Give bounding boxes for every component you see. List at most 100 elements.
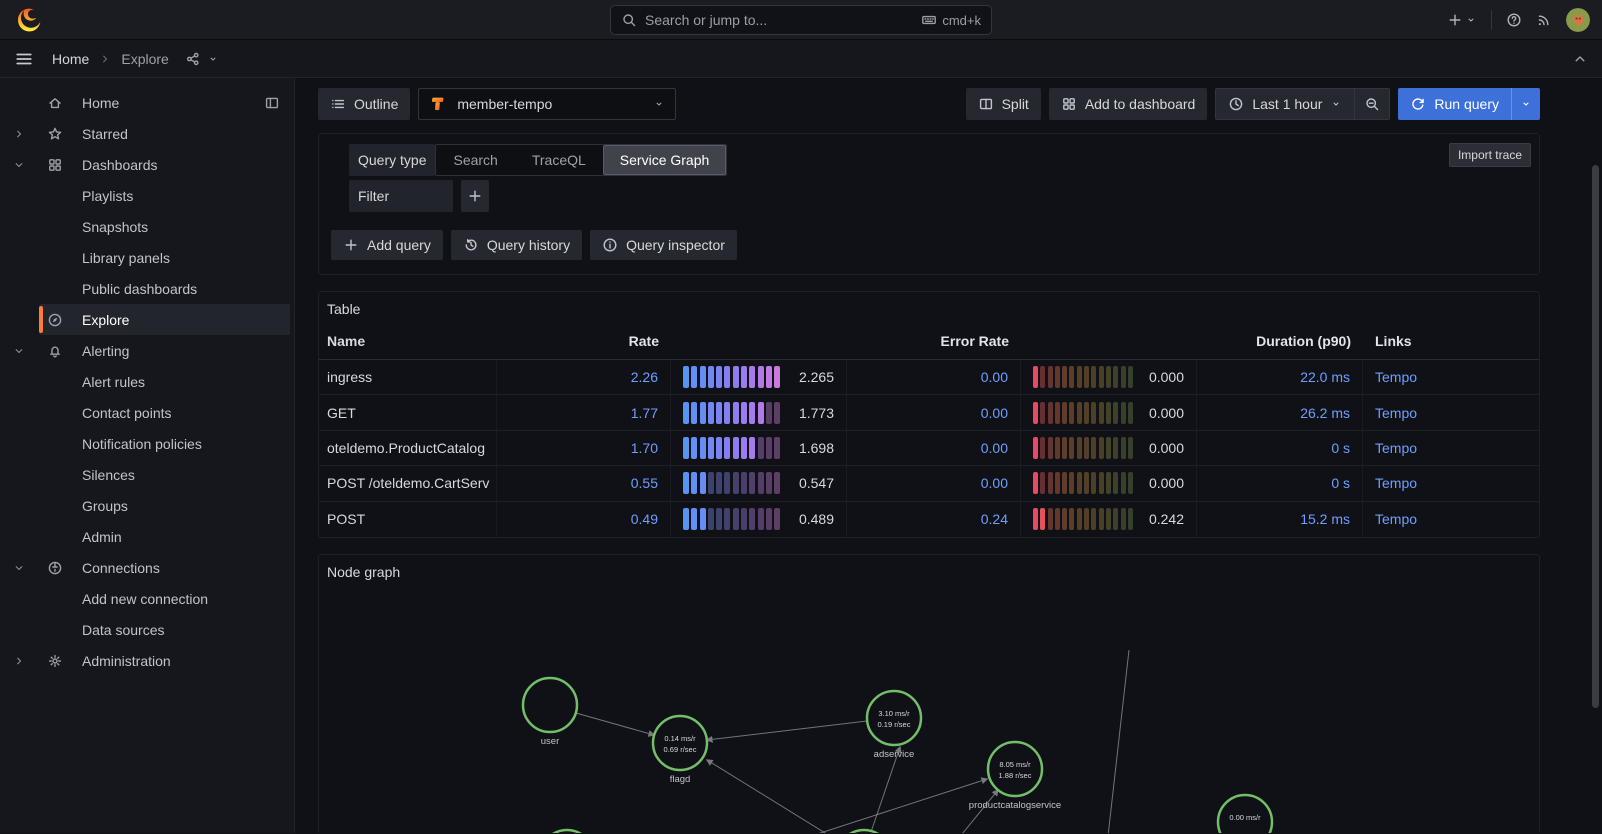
graph-node-node-bottom-right[interactable]: 0.00 ms/r — [1218, 795, 1272, 833]
user-avatar[interactable] — [1566, 8, 1590, 32]
cell-duration-link[interactable]: 15.2 ms — [1197, 502, 1363, 537]
chevron-down-icon[interactable] — [13, 562, 29, 574]
dock-menu-icon[interactable] — [264, 95, 280, 111]
sidebar-item-snapshots[interactable]: Snapshots — [0, 211, 294, 242]
add-to-dashboard-button[interactable]: Add to dashboard — [1049, 88, 1208, 120]
cell-duration-link[interactable]: 26.2 ms — [1197, 395, 1363, 429]
graph-node-node-bottom-left-1[interactable] — [540, 830, 594, 833]
sidebar-item-dashboards[interactable]: Dashboards — [0, 149, 294, 180]
add-filter-button[interactable] — [461, 180, 489, 212]
apps-icon — [1061, 96, 1077, 112]
cell-duration-link[interactable]: 0 s — [1197, 466, 1363, 500]
graph-edge — [707, 760, 843, 833]
cell-duration-link[interactable]: 0 s — [1197, 431, 1363, 465]
cell-error-rate-link[interactable]: 0.00 — [847, 431, 1021, 465]
cell-tempo-link[interactable]: Tempo — [1363, 395, 1539, 429]
sidebar-item-contact-points[interactable]: Contact points — [0, 397, 294, 428]
cell-rate-link[interactable]: 1.70 — [497, 431, 671, 465]
split-button[interactable]: Split — [966, 88, 1041, 120]
query-type-option-service-graph[interactable]: Service Graph — [603, 145, 726, 175]
time-zoom-out-button[interactable] — [1355, 88, 1390, 120]
chevron-down-icon[interactable] — [207, 53, 219, 65]
home-icon — [47, 95, 65, 111]
help-icon[interactable] — [1506, 12, 1522, 28]
share-icon[interactable] — [185, 51, 201, 67]
run-query-interval-dropdown[interactable] — [1511, 88, 1540, 120]
sidebar-item-connections[interactable]: Connections — [0, 552, 294, 583]
node-graph-canvas[interactable]: user 0.14 ms/r0.69 r/secflagd 3.10 ms/r0… — [319, 555, 1539, 833]
sidebar-item-label: Public dashboards — [82, 281, 197, 297]
datasource-picker[interactable]: member-tempo — [418, 88, 676, 120]
cell-rate-gauge: 1.698 — [671, 431, 847, 465]
sidebar-item-alerting[interactable]: Alerting — [0, 335, 294, 366]
new-button[interactable] — [1447, 12, 1477, 28]
chevron-right-icon[interactable] — [13, 128, 29, 140]
top-nav: cmd+k — [0, 0, 1602, 40]
cell-rate-link[interactable]: 0.55 — [497, 466, 671, 500]
sidebar-item-starred[interactable]: Starred — [0, 118, 294, 149]
add-query-button[interactable]: Add query — [331, 230, 443, 260]
query-history-button[interactable]: Query history — [451, 230, 582, 260]
search-input[interactable] — [645, 12, 913, 28]
cell-tempo-link[interactable]: Tempo — [1363, 431, 1539, 465]
query-type-option-search[interactable]: Search — [436, 145, 514, 175]
import-trace-button[interactable]: Import trace — [1449, 143, 1531, 167]
sidebar-item-admin[interactable]: Admin — [0, 521, 294, 552]
cell-error-gauge: 0.000 — [1021, 431, 1197, 465]
column-header-rate[interactable]: Rate — [497, 322, 671, 359]
plug-icon — [47, 560, 65, 576]
sidebar-item-silences[interactable]: Silences — [0, 459, 294, 490]
graph-node-flagd[interactable]: 0.14 ms/r0.69 r/secflagd — [653, 716, 707, 785]
column-header-error-rate[interactable]: Error Rate — [847, 322, 1021, 359]
run-query-button[interactable]: Run query — [1398, 88, 1511, 120]
sidebar-item-add-new-connection[interactable]: Add new connection — [0, 583, 294, 614]
chevron-right-icon[interactable] — [13, 655, 29, 667]
sidebar-item-playlists[interactable]: Playlists — [0, 180, 294, 211]
cell-tempo-link[interactable]: Tempo — [1363, 466, 1539, 500]
sidebar-item-data-sources[interactable]: Data sources — [0, 614, 294, 645]
query-type-option-traceql[interactable]: TraceQL — [515, 145, 603, 175]
chevron-down-icon[interactable] — [13, 159, 29, 171]
graph-node-adservice[interactable]: 3.10 ms/r0.19 r/secadservice — [867, 691, 921, 760]
column-header-duration[interactable]: Duration (p90) — [1197, 322, 1363, 359]
time-range-picker[interactable]: Last 1 hour — [1215, 88, 1355, 120]
chevron-down-icon — [653, 98, 665, 110]
sidebar-item-public-dashboards[interactable]: Public dashboards — [0, 273, 294, 304]
news-icon[interactable] — [1536, 12, 1552, 28]
sidebar-item-groups[interactable]: Groups — [0, 490, 294, 521]
cell-error-rate-link[interactable]: 0.00 — [847, 466, 1021, 500]
sidebar-item-label: Home — [82, 95, 119, 111]
query-inspector-button[interactable]: Query inspector — [590, 230, 737, 260]
rate-gauge: 0.489 — [683, 508, 834, 530]
cell-tempo-link[interactable]: Tempo — [1363, 360, 1539, 394]
cell-rate-link[interactable]: 0.49 — [497, 502, 671, 537]
cell-error-rate-link[interactable]: 0.00 — [847, 395, 1021, 429]
svg-text:user: user — [541, 736, 559, 747]
outline-button[interactable]: Outline — [318, 88, 410, 120]
collapse-up-icon[interactable] — [1572, 51, 1588, 67]
cell-rate-link[interactable]: 1.77 — [497, 395, 671, 429]
global-search[interactable]: cmd+k — [610, 5, 992, 35]
column-header-links[interactable]: Links — [1363, 322, 1539, 359]
sidebar-item-administration[interactable]: Administration — [0, 645, 294, 676]
cell-rate-link[interactable]: 2.26 — [497, 360, 671, 394]
sidebar-item-library-panels[interactable]: Library panels — [0, 242, 294, 273]
graph-node-productcatalogservice[interactable]: 8.05 ms/r1.88 r/secproductcatalogservice — [969, 742, 1061, 811]
graph-node-node-bottom-left-2[interactable] — [837, 830, 891, 833]
sidebar-item-home[interactable]: Home — [0, 87, 294, 118]
cell-tempo-link[interactable]: Tempo — [1363, 502, 1539, 537]
sidebar-item-explore[interactable]: Explore — [0, 304, 294, 335]
svg-text:productcatalogservice: productcatalogservice — [969, 800, 1061, 811]
chevron-down-icon[interactable] — [13, 345, 29, 357]
graph-node-user[interactable]: user — [523, 678, 577, 747]
mega-menu-toggle[interactable] — [14, 49, 34, 69]
grafana-logo-icon[interactable] — [16, 7, 42, 33]
cell-error-rate-link[interactable]: 0.24 — [847, 502, 1021, 537]
cell-duration-link[interactable]: 22.0 ms — [1197, 360, 1363, 394]
sidebar-item-notification-policies[interactable]: Notification policies — [0, 428, 294, 459]
breadcrumb-home[interactable]: Home — [52, 51, 89, 67]
column-header-name[interactable]: Name — [319, 322, 497, 359]
scrollbar[interactable] — [1592, 165, 1599, 708]
cell-error-rate-link[interactable]: 0.00 — [847, 360, 1021, 394]
sidebar-item-alert-rules[interactable]: Alert rules — [0, 366, 294, 397]
